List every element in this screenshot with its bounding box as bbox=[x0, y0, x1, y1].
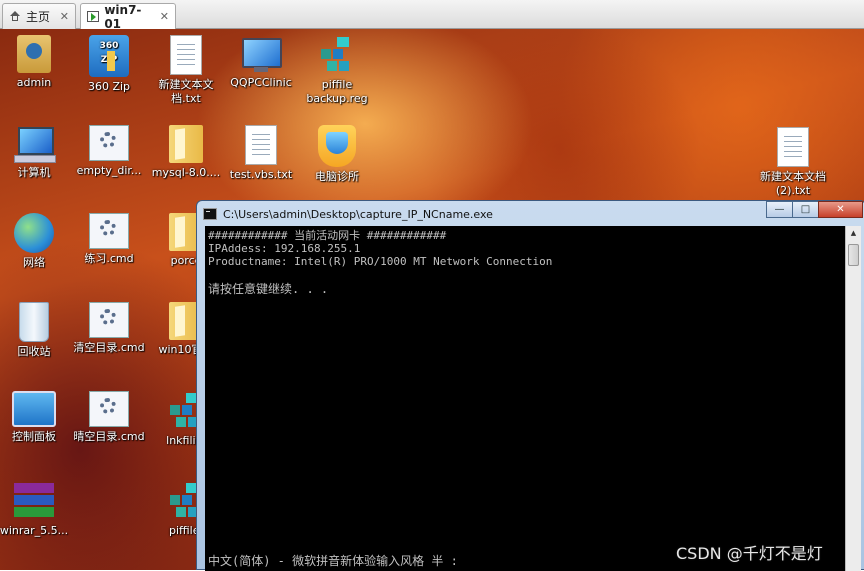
console-output[interactable]: ############ 当前活动网卡 ############ IPAddes… bbox=[205, 226, 845, 571]
console-line: ############ 当前活动网卡 ############ bbox=[208, 229, 447, 242]
desktop-icon-practice-cmd[interactable]: 练习.cmd bbox=[72, 213, 146, 266]
desktop-icon-label: empty_dir... bbox=[76, 164, 142, 177]
desktop-icon-network[interactable]: 网络 bbox=[0, 213, 71, 270]
desktop-icon-label: 网络 bbox=[23, 256, 45, 269]
user-folder-icon bbox=[17, 35, 51, 73]
desktop-icon-sunny-dir-cmd[interactable]: 晴空目录.cmd bbox=[72, 391, 146, 444]
batch-file-icon bbox=[89, 213, 129, 249]
monitor-clinic-icon bbox=[239, 35, 283, 73]
close-icon[interactable]: ✕ bbox=[60, 10, 69, 23]
desktop-icon-label: 新建文本文档 (2).txt bbox=[760, 170, 826, 197]
close-icon[interactable]: ✕ bbox=[160, 10, 169, 23]
desktop-icon-new-text-2[interactable]: 新建文本文档 (2).txt bbox=[756, 127, 830, 198]
desktop-icon-label: 清空目录.cmd bbox=[73, 341, 145, 354]
desktop-icon-360zip[interactable]: 360 ZIP 360 Zip bbox=[72, 35, 146, 94]
scrollbar-thumb[interactable] bbox=[848, 244, 859, 266]
maximize-button[interactable]: □ bbox=[792, 201, 819, 218]
desktop-icon-label: mysql-8.0.... bbox=[151, 166, 221, 179]
desktop-icon-label: 晴空目录.cmd bbox=[73, 430, 145, 443]
vertical-scrollbar[interactable]: ▲ bbox=[845, 226, 861, 571]
desktop-icon-label: 360 Zip bbox=[87, 80, 131, 93]
tab-win7-01[interactable]: win7-01 ✕ bbox=[80, 2, 176, 31]
desktop-icon-label: piffile backup.reg bbox=[306, 78, 368, 105]
desktop-icon-label: admin bbox=[16, 76, 52, 89]
vm-icon bbox=[87, 11, 100, 22]
console-line: 请按任意键继续. . . bbox=[208, 282, 329, 296]
text-file-icon bbox=[777, 127, 809, 167]
window-title: C:\Users\admin\Desktop\capture_IP_NCname… bbox=[223, 207, 493, 221]
home-icon bbox=[9, 11, 21, 22]
desktop-icon-piffile-backup[interactable]: piffile backup.reg bbox=[300, 35, 374, 106]
desktop-icon-pc-clinic[interactable]: 电脑诊所 bbox=[300, 125, 374, 184]
batch-file-icon bbox=[89, 125, 129, 161]
desktop-icon-label: 回收站 bbox=[17, 345, 51, 358]
console-line: Productname: Intel(R) PRO/1000 MT Networ… bbox=[208, 255, 553, 268]
ime-status-line: 中文(简体) - 微软拼音新体验输入风格 半 : bbox=[208, 554, 458, 568]
console-line: IPAddess: 192.168.255.1 bbox=[208, 242, 361, 255]
text-file-icon bbox=[170, 35, 202, 75]
window-controls: — □ ✕ bbox=[766, 201, 863, 218]
close-button[interactable]: ✕ bbox=[818, 201, 863, 218]
desktop-icon-recycle-bin[interactable]: 回收站 bbox=[0, 302, 71, 359]
console-icon bbox=[203, 208, 217, 220]
batch-file-icon bbox=[89, 391, 129, 427]
desktop-icon-label: 新建文本文档.txt bbox=[158, 78, 214, 105]
tab-vm-label: win7-01 bbox=[104, 2, 142, 31]
shield-icon bbox=[318, 125, 356, 167]
minimize-button[interactable]: — bbox=[766, 201, 793, 218]
text-file-icon bbox=[245, 125, 277, 165]
desktop-icon-label: 控制面板 bbox=[12, 430, 56, 443]
tab-home[interactable]: 主页 ✕ bbox=[2, 3, 76, 29]
desktop-icon-label: QQPCClinic bbox=[230, 76, 292, 89]
desktop-icon-label: winrar_5.5... bbox=[0, 524, 69, 537]
desktop-icon-clear-dir-cmd[interactable]: 清空目录.cmd bbox=[72, 302, 146, 355]
desktop-icon-control-panel[interactable]: 控制面板 bbox=[0, 391, 71, 444]
desktop-icon-winrar[interactable]: winrar_5.5... bbox=[0, 481, 71, 538]
console-window[interactable]: C:\Users\admin\Desktop\capture_IP_NCname… bbox=[196, 200, 864, 571]
desktop-icon-admin[interactable]: admin bbox=[0, 35, 71, 90]
desktop-icon-mysql[interactable]: mysql-8.0.... bbox=[149, 125, 223, 180]
desktop-icon-qqpcclinic[interactable]: QQPCClinic bbox=[224, 35, 298, 90]
desktop-icon-label: 练习.cmd bbox=[84, 252, 134, 265]
vm-tab-bar: 主页 ✕ win7-01 ✕ bbox=[0, 0, 864, 31]
scroll-up-icon[interactable]: ▲ bbox=[847, 226, 861, 240]
zip-archive-icon: 360 ZIP bbox=[89, 35, 129, 77]
network-icon bbox=[14, 213, 54, 253]
desktop-icon-empty-dir[interactable]: empty_dir... bbox=[72, 125, 146, 178]
desktop-icon-label: 电脑诊所 bbox=[315, 170, 359, 183]
registry-file-icon bbox=[317, 35, 357, 75]
desktop-icon-label: test.vbs.txt bbox=[229, 168, 293, 181]
desktop-icon-computer[interactable]: 计算机 bbox=[0, 125, 71, 180]
desktop-icon-label: 计算机 bbox=[17, 166, 51, 179]
winrar-icon bbox=[14, 481, 54, 521]
desktop-icon-test-vbs[interactable]: test.vbs.txt bbox=[224, 125, 298, 182]
desktop-icon-new-text[interactable]: 新建文本文档.txt bbox=[149, 35, 223, 106]
watermark: CSDN @千灯不是灯 bbox=[676, 544, 823, 563]
batch-file-icon bbox=[89, 302, 129, 338]
recycle-bin-icon bbox=[19, 302, 49, 342]
control-panel-icon bbox=[12, 391, 56, 427]
computer-icon bbox=[12, 125, 56, 163]
folder-icon bbox=[169, 125, 203, 163]
tab-home-label: 主页 bbox=[26, 10, 51, 24]
window-title-bar[interactable]: C:\Users\admin\Desktop\capture_IP_NCname… bbox=[203, 205, 493, 223]
